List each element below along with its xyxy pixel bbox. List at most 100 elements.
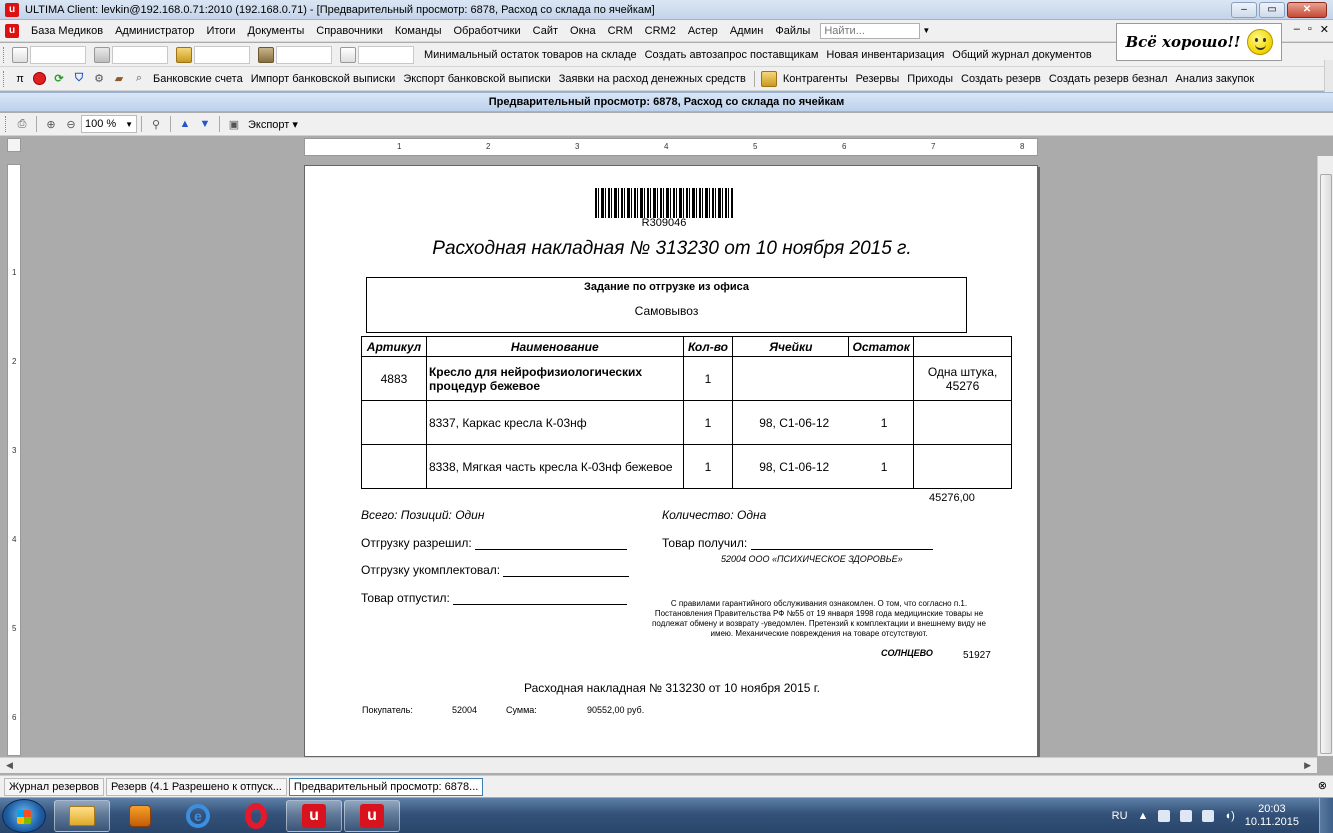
menu-item-totals[interactable]: Итоги bbox=[200, 25, 241, 37]
print-icon[interactable]: ⎙ bbox=[14, 116, 30, 132]
cell-cells: 98, С1-06-12 bbox=[759, 459, 830, 474]
menu-item-files[interactable]: Файлы bbox=[769, 25, 816, 37]
clock[interactable]: 20:03 10.11.2015 bbox=[1245, 803, 1299, 829]
link-min-stock[interactable]: Минимальный остаток товаров на складе bbox=[420, 49, 641, 61]
signature-line bbox=[475, 549, 628, 550]
menu-item-site[interactable]: Сайт bbox=[527, 25, 564, 37]
col-price bbox=[913, 336, 1012, 357]
quick-field-1[interactable] bbox=[30, 45, 86, 64]
menu-item-windows[interactable]: Окна bbox=[564, 25, 602, 37]
link-new-inventory[interactable]: Новая инвентаризация bbox=[822, 49, 948, 61]
cell-cells-rest bbox=[732, 356, 915, 401]
taskbar-ultima-1[interactable]: u bbox=[286, 800, 342, 832]
link-receipts[interactable]: Приходы bbox=[903, 73, 957, 85]
zoom-out-icon[interactable]: ⊖ bbox=[63, 116, 79, 132]
binoculars-icon[interactable]: ⚲ bbox=[148, 116, 164, 132]
document-icon[interactable] bbox=[12, 46, 28, 63]
tray-app-icon[interactable] bbox=[1158, 810, 1171, 822]
vertical-scrollbar[interactable] bbox=[1317, 156, 1333, 756]
link-doc-journal[interactable]: Общий журнал документов bbox=[948, 49, 1095, 61]
menu-item-commands[interactable]: Команды bbox=[389, 25, 448, 37]
toolbar-grip[interactable] bbox=[5, 116, 9, 132]
toolbar-grip[interactable] bbox=[3, 46, 7, 63]
mdi-minimize-icon[interactable]: ‒ bbox=[1294, 23, 1300, 36]
link-auto-request[interactable]: Создать автозапрос поставщикам bbox=[641, 49, 823, 61]
link-bank-accounts[interactable]: Банковские счета bbox=[149, 73, 247, 85]
link-purchase-analysis[interactable]: Анализ закупок bbox=[1172, 73, 1259, 85]
scroll-left-icon[interactable]: ◀ bbox=[6, 760, 13, 771]
mdi-close-icon[interactable]: ✕ bbox=[1320, 23, 1329, 36]
arrow-down-icon[interactable]: ▼ bbox=[197, 116, 213, 132]
zoom-select[interactable]: 100 % ▼ bbox=[81, 115, 137, 133]
link-contractors[interactable]: Контрагенты bbox=[779, 73, 852, 85]
stop-icon[interactable] bbox=[33, 72, 46, 85]
search-input[interactable] bbox=[820, 22, 921, 39]
menu-item-crm2[interactable]: CRM2 bbox=[639, 25, 682, 37]
link-create-reserve[interactable]: Создать резерв bbox=[957, 73, 1045, 85]
minimize-button[interactable]: ‒ bbox=[1231, 2, 1257, 18]
link-export-statement[interactable]: Экспорт банковской выписки bbox=[399, 73, 554, 85]
refresh-icon[interactable]: ⟳ bbox=[51, 71, 67, 87]
mdi-restore-icon[interactable]: ▫ bbox=[1308, 23, 1312, 36]
export-button[interactable]: Экспорт ▾ bbox=[244, 118, 302, 131]
horizontal-scrollbar[interactable]: ◀ ▶ bbox=[0, 757, 1317, 773]
menu-item-documents[interactable]: Документы bbox=[242, 25, 311, 37]
menu-item-administrator[interactable]: Администратор bbox=[109, 25, 200, 37]
taskbar-opera[interactable] bbox=[228, 800, 284, 832]
tab-preview[interactable]: Предварительный просмотр: 6878... bbox=[288, 777, 484, 796]
scrollbar-thumb[interactable] bbox=[1320, 174, 1332, 754]
package-icon[interactable] bbox=[176, 46, 192, 63]
shield-icon[interactable]: ⛉ bbox=[71, 71, 87, 87]
menu-item-crm[interactable]: CRM bbox=[602, 25, 639, 37]
taskbar-ultima-2[interactable]: u bbox=[344, 800, 400, 832]
quick-field-2[interactable] bbox=[112, 45, 168, 64]
arrow-up-icon[interactable]: ▲ bbox=[177, 116, 193, 132]
menu-item-aster[interactable]: Астер bbox=[682, 25, 724, 37]
link-create-reserve-cashless[interactable]: Создать резерв безнал bbox=[1045, 73, 1172, 85]
menu-item-references[interactable]: Справочники bbox=[310, 25, 389, 37]
maximize-button[interactable]: ▭ bbox=[1259, 2, 1285, 18]
menu-item-admin[interactable]: Админ bbox=[724, 25, 770, 37]
calculator-icon[interactable] bbox=[94, 46, 110, 63]
link-expense-requests[interactable]: Заявки на расход денежных средств bbox=[555, 73, 750, 85]
tab-reserve[interactable]: Резерв (4.1 Разрешено к отпуск... bbox=[106, 777, 287, 796]
toolbar-separator bbox=[170, 116, 171, 132]
menu-item-handlers[interactable]: Обработчики bbox=[448, 25, 527, 37]
search-dropdown-icon[interactable]: ▼ bbox=[920, 26, 932, 35]
cell-qty: 1 bbox=[682, 400, 734, 445]
quick-field-4[interactable] bbox=[276, 45, 332, 64]
cell-price: Одна штука, 45276 bbox=[913, 356, 1012, 401]
toolbar-scrollbar[interactable] bbox=[1324, 60, 1333, 95]
link-reserves[interactable]: Резервы bbox=[852, 73, 904, 85]
tray-flag-icon[interactable] bbox=[1180, 810, 1193, 822]
toolbar-grip[interactable] bbox=[3, 70, 7, 87]
stack-icon[interactable] bbox=[340, 46, 356, 63]
package-icon[interactable] bbox=[760, 70, 777, 87]
books-icon[interactable]: ▰ bbox=[111, 71, 127, 87]
warehouse-icon[interactable] bbox=[258, 46, 274, 63]
search-icon[interactable]: ⌕ bbox=[131, 71, 147, 87]
pi-icon[interactable]: π bbox=[12, 71, 28, 87]
taskbar-media-player[interactable] bbox=[112, 800, 168, 832]
language-indicator[interactable]: RU bbox=[1112, 810, 1128, 822]
scroll-right-icon[interactable]: ▶ bbox=[1304, 760, 1311, 771]
save-icon[interactable]: ▣ bbox=[226, 116, 242, 132]
quantity-summary: Количество: Одна bbox=[662, 508, 766, 522]
show-desktop-button[interactable] bbox=[1319, 798, 1333, 833]
quick-field-5[interactable] bbox=[358, 45, 414, 64]
close-button[interactable]: ✕ bbox=[1287, 2, 1327, 18]
taskbar-ie[interactable]: e bbox=[170, 800, 226, 832]
zoom-in-icon[interactable]: ⊕ bbox=[43, 116, 59, 132]
taskbar-explorer[interactable] bbox=[54, 800, 110, 832]
tray-expand-icon[interactable]: ▲ bbox=[1138, 810, 1149, 822]
start-button[interactable] bbox=[2, 799, 46, 833]
volume-icon[interactable]: ◖) bbox=[1224, 810, 1234, 822]
quick-field-3[interactable] bbox=[194, 45, 250, 64]
menu-item-base-medics[interactable]: База Медиков bbox=[25, 25, 109, 37]
tab-reserves-journal[interactable]: Журнал резервов bbox=[4, 777, 105, 796]
link-import-statement[interactable]: Импорт банковской выписки bbox=[247, 73, 400, 85]
tabs-menu-icon[interactable]: ⊗ bbox=[1318, 779, 1327, 792]
settings-icon[interactable]: ⚙ bbox=[91, 71, 107, 87]
ultima-menu-icon[interactable]: u bbox=[5, 23, 19, 38]
network-icon[interactable] bbox=[1202, 810, 1215, 822]
